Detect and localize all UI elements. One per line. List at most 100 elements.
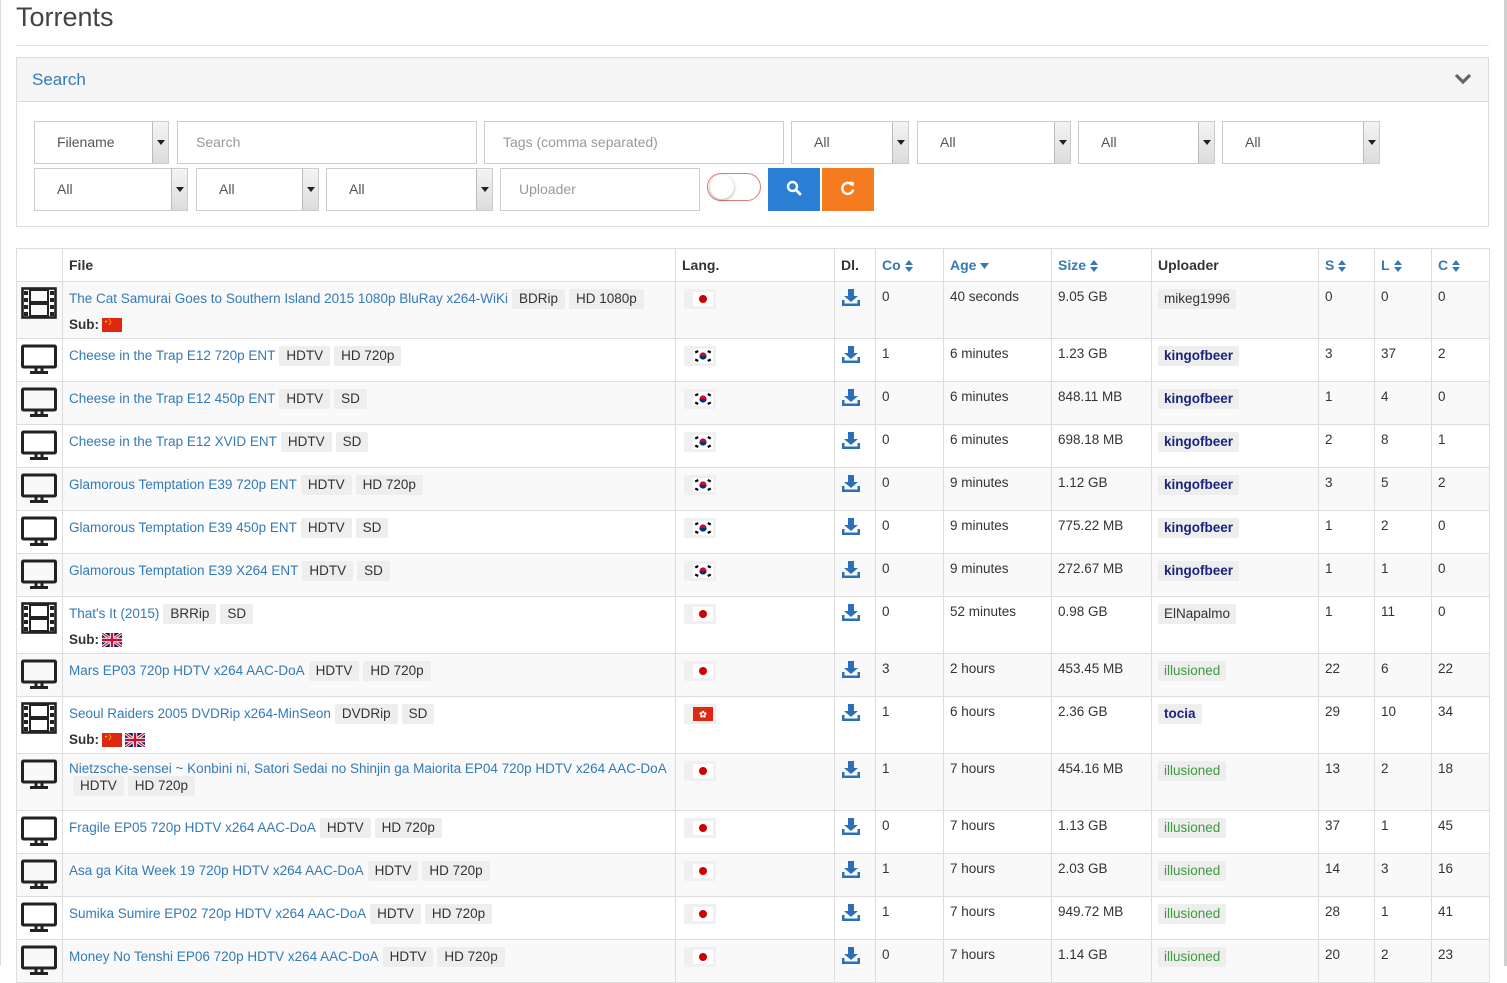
torrent-link[interactable]: That's It (2015) — [69, 606, 159, 621]
search-input[interactable]: Search — [177, 121, 477, 164]
header-age[interactable]: Age — [943, 248, 1052, 282]
download-cell[interactable] — [834, 381, 876, 425]
download-cell[interactable] — [834, 653, 876, 697]
download-icon[interactable] — [841, 518, 861, 536]
download-icon[interactable] — [841, 704, 861, 722]
download-icon[interactable] — [841, 761, 861, 779]
torrent-link[interactable]: Sumika Sumire EP02 720p HDTV x264 AAC-Do… — [69, 906, 366, 921]
download-cell[interactable] — [834, 896, 876, 940]
torrent-link[interactable]: Mars EP03 720p HDTV x264 AAC-DoA — [69, 663, 305, 678]
download-cell[interactable] — [834, 696, 876, 754]
download-cell[interactable] — [834, 338, 876, 382]
uploader-link[interactable]: kingofbeer — [1158, 518, 1240, 538]
age-cell: 7 hours — [943, 939, 1052, 983]
download-icon[interactable] — [841, 346, 861, 364]
header-size[interactable]: Size — [1051, 248, 1152, 282]
filter-select-5[interactable]: All — [34, 168, 188, 211]
download-icon[interactable] — [841, 432, 861, 450]
uploader-link[interactable]: kingofbeer — [1158, 389, 1240, 409]
table-header-row: File Lang. Dl. Co Age Size Uploader S L … — [16, 248, 1490, 282]
torrent-link[interactable]: Nietzsche-sensei ~ Konbini ni, Satori Se… — [69, 761, 667, 776]
torrent-link[interactable]: Cheese in the Trap E12 450p ENT — [69, 391, 275, 406]
torrent-link[interactable]: Glamorous Temptation E39 720p ENT — [69, 477, 297, 492]
download-icon[interactable] — [841, 947, 861, 965]
uploader-link[interactable]: mikeg1996 — [1158, 289, 1237, 309]
torrent-link[interactable]: Cheese in the Trap E12 720p ENT — [69, 348, 275, 363]
age-cell: 7 hours — [943, 896, 1052, 940]
uploader-link[interactable]: tocia — [1158, 704, 1202, 724]
uploader-link[interactable]: illusioned — [1158, 818, 1227, 838]
filter-select-1[interactable]: All — [791, 121, 909, 164]
download-cell[interactable] — [834, 939, 876, 983]
torrent-link[interactable]: The Cat Samurai Goes to Southern Island … — [69, 291, 508, 306]
uploader-link[interactable]: illusioned — [1158, 661, 1227, 681]
flag-icon-kr — [684, 346, 716, 366]
download-icon[interactable] — [841, 475, 861, 493]
download-icon[interactable] — [841, 861, 861, 879]
age-cell: 6 minutes — [943, 381, 1052, 425]
download-cell[interactable] — [834, 753, 876, 811]
download-icon[interactable] — [841, 289, 861, 307]
download-cell[interactable] — [834, 553, 876, 597]
uploader-link[interactable]: kingofbeer — [1158, 432, 1240, 452]
torrent-link[interactable]: Glamorous Temptation E39 450p ENT — [69, 520, 297, 535]
torrent-link[interactable]: Fragile EP05 720p HDTV x264 AAC-DoA — [69, 820, 316, 835]
category-tag: HDTV — [300, 518, 352, 538]
reset-button[interactable] — [822, 168, 874, 211]
torrent-link[interactable]: Asa ga Kita Week 19 720p HDTV x264 AAC-D… — [69, 863, 364, 878]
category-tag: HDTV — [279, 389, 331, 409]
search-panel-title: Search — [32, 70, 86, 89]
header-l[interactable]: L — [1374, 248, 1432, 282]
field-type-select[interactable]: Filename — [34, 121, 169, 164]
uploader-link[interactable]: kingofbeer — [1158, 346, 1240, 366]
download-cell[interactable] — [834, 424, 876, 468]
torrent-link[interactable]: Seoul Raiders 2005 DVDRip x264-MinSeon — [69, 706, 331, 721]
download-icon[interactable] — [841, 904, 861, 922]
leechers-cell: 37 — [1374, 338, 1432, 382]
uploader-link[interactable]: illusioned — [1158, 947, 1227, 967]
download-cell[interactable] — [834, 510, 876, 554]
torrent-link[interactable]: Cheese in the Trap E12 XVID ENT — [69, 434, 277, 449]
completed-cell: 34 — [1431, 696, 1490, 754]
uploader-link[interactable]: ElNapalmo — [1158, 604, 1237, 624]
filter-select-2[interactable]: All — [917, 121, 1071, 164]
category-tag: HDTV — [370, 904, 421, 924]
uploader-cell: illusioned — [1151, 939, 1319, 983]
uploader-link[interactable]: kingofbeer — [1158, 475, 1240, 495]
sort-icon — [1452, 260, 1461, 273]
download-icon[interactable] — [841, 561, 861, 579]
search-button[interactable] — [768, 168, 820, 211]
download-icon[interactable] — [841, 661, 861, 679]
header-s[interactable]: S — [1318, 248, 1375, 282]
filter-select-7[interactable]: All — [326, 168, 493, 211]
chevron-down-icon[interactable] — [1454, 72, 1472, 86]
download-cell[interactable] — [834, 853, 876, 897]
download-icon[interactable] — [841, 818, 861, 836]
download-cell[interactable] — [834, 810, 876, 854]
header-c[interactable]: C — [1431, 248, 1490, 282]
uploader-link[interactable]: illusioned — [1158, 761, 1227, 781]
torrent-link[interactable]: Money No Tenshi EP06 720p HDTV x264 AAC-… — [69, 949, 379, 964]
seeders-cell: 13 — [1318, 753, 1375, 811]
torrent-link[interactable]: Glamorous Temptation E39 X264 ENT — [69, 563, 298, 578]
filter-select-6[interactable]: All — [196, 168, 319, 211]
download-cell[interactable] — [834, 281, 876, 339]
uploader-cell: tocia — [1151, 696, 1319, 754]
download-cell[interactable] — [834, 467, 876, 511]
download-icon[interactable] — [841, 604, 861, 622]
filter-select-3[interactable]: All — [1078, 121, 1215, 164]
comments-cell: 0 — [875, 424, 944, 468]
uploader-link[interactable]: illusioned — [1158, 861, 1227, 881]
category-tag: HDTV — [308, 661, 360, 681]
header-co[interactable]: Co — [875, 248, 944, 282]
download-icon[interactable] — [841, 389, 861, 407]
search-panel-header[interactable]: Search — [17, 58, 1488, 102]
category-tag: HDTV — [280, 432, 332, 452]
tags-input[interactable]: Tags (comma separated) — [484, 121, 784, 164]
download-cell[interactable] — [834, 596, 876, 654]
uploader-link[interactable]: illusioned — [1158, 904, 1227, 924]
filter-select-4[interactable]: All — [1222, 121, 1380, 164]
filter-toggle[interactable] — [707, 173, 761, 201]
uploader-link[interactable]: kingofbeer — [1158, 561, 1240, 581]
uploader-input[interactable]: Uploader — [500, 168, 700, 211]
